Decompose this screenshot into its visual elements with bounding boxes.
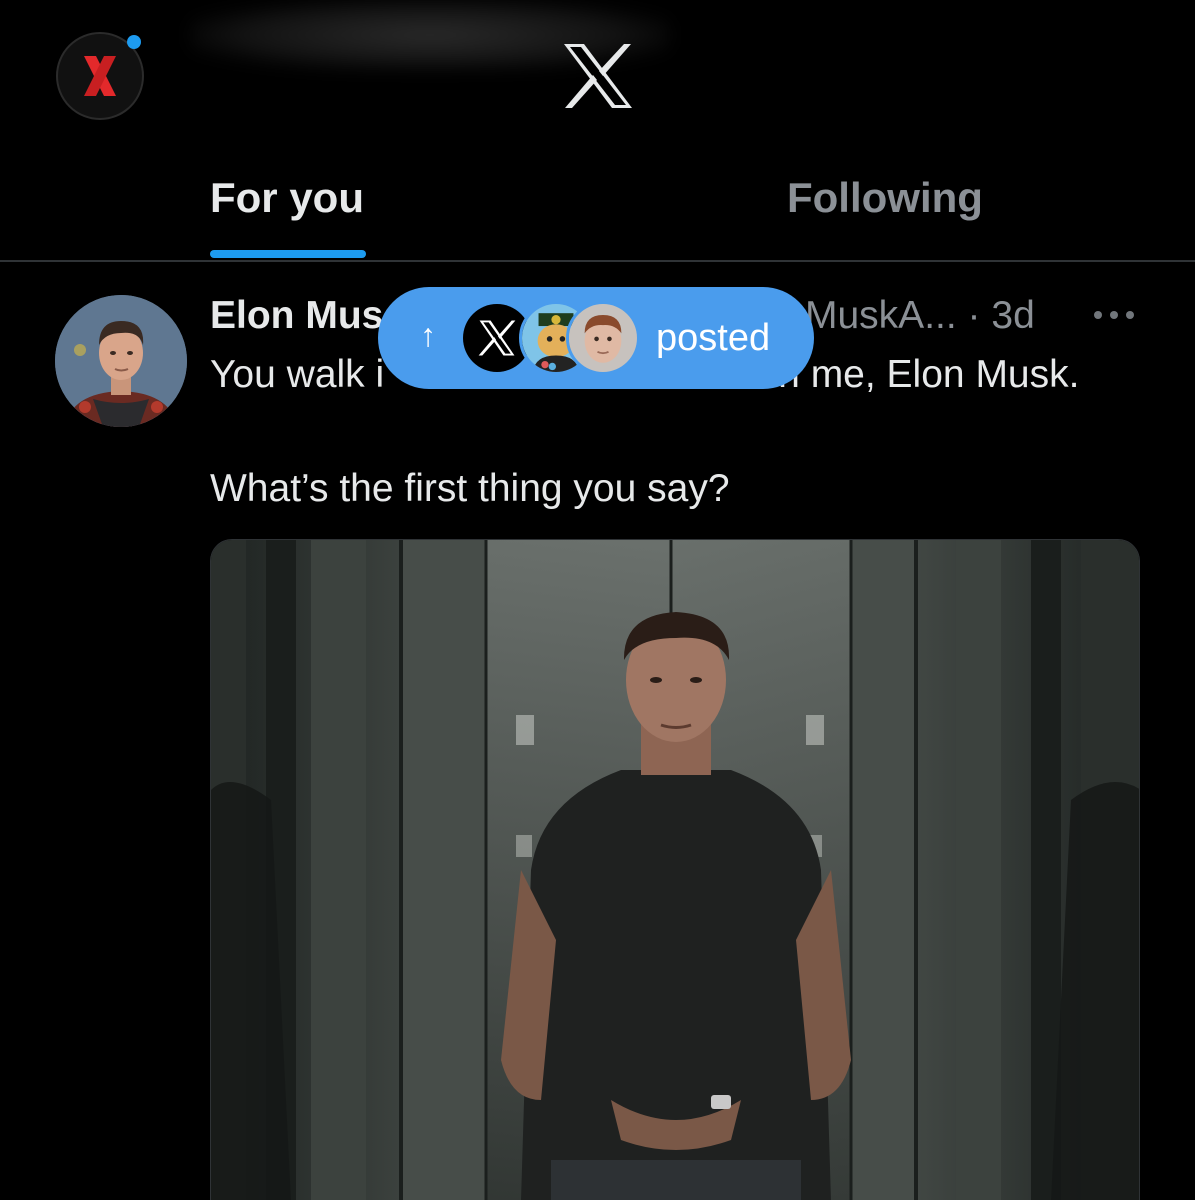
person-avatar [566, 301, 640, 375]
post-text-line2: What’s the first thing you say? [210, 467, 730, 510]
top-header: For you Following [0, 0, 1195, 262]
meta-separator: · [967, 294, 981, 337]
post-text-line1-start: You walk i [210, 353, 385, 396]
more-options-icon[interactable] [1094, 310, 1134, 320]
post-timestamp: 3d [991, 294, 1035, 337]
post-image[interactable] [210, 539, 1140, 1200]
tab-for-you[interactable]: For you [210, 174, 364, 222]
new-posts-label: posted [656, 317, 771, 359]
post-text-line1-end: n me, Elon Musk. [778, 353, 1080, 396]
author-avatar[interactable] [55, 295, 187, 427]
author-avatar-image [55, 295, 187, 427]
app-screen: For you Following Elon Mus MuskA... · 3d… [0, 0, 1195, 1200]
author-name[interactable]: Elon Mus [210, 294, 383, 338]
arrow-up-icon: ↑ [420, 317, 436, 353]
x-logo-icon[interactable] [562, 43, 634, 109]
author-handle: MuskA... [805, 294, 957, 337]
notification-dot-icon [127, 35, 141, 49]
red-x-icon [84, 56, 116, 96]
post[interactable]: Elon Mus MuskA... · 3d You walk i n me, E… [0, 262, 1195, 1200]
tab-selected-indicator [210, 250, 366, 258]
elevator-photo [211, 540, 1139, 1200]
author-handle-meta[interactable]: MuskA... · 3d [805, 294, 1035, 338]
tab-following[interactable]: Following [787, 174, 983, 222]
